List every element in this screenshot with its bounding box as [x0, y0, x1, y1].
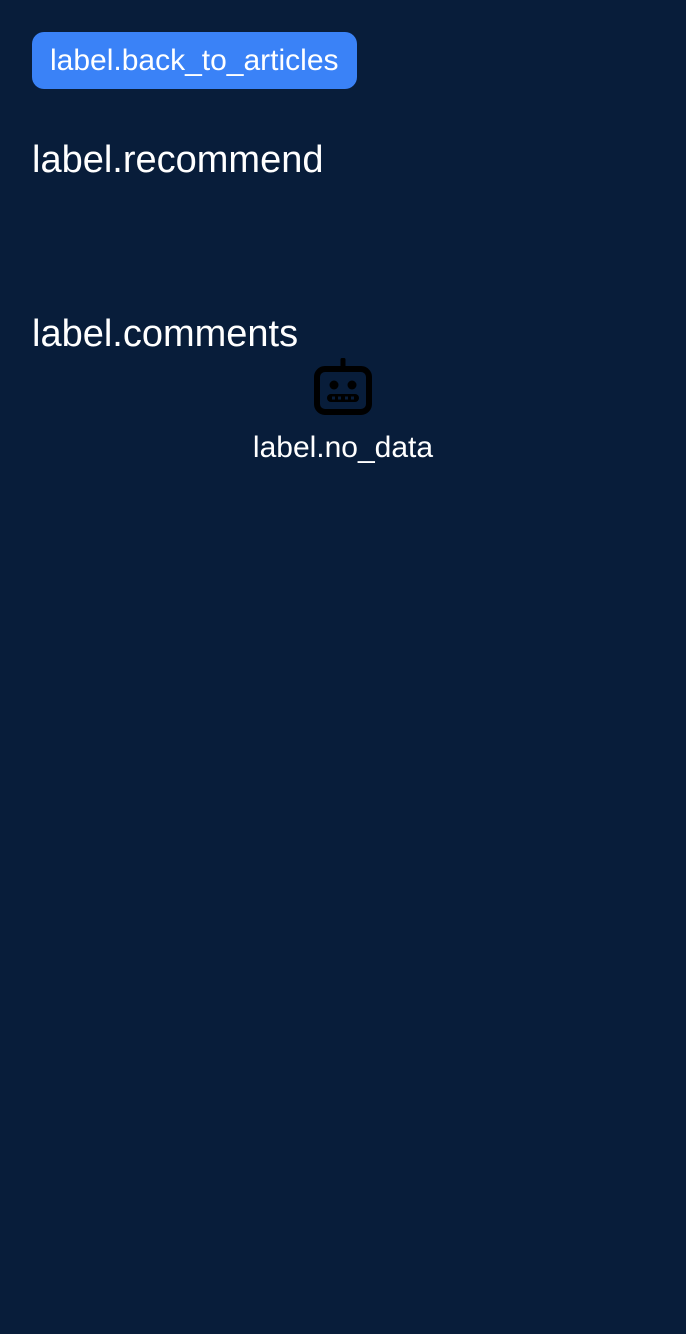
comments-section-title: label.comments: [32, 313, 299, 355]
recommend-section-title: label.recommend: [32, 139, 324, 181]
no-data-label: label.no_data: [252, 431, 434, 464]
back-to-articles-button[interactable]: label.back_to_articles: [32, 32, 357, 89]
comments-empty-state: label.no_data: [0, 358, 686, 466]
robot-icon: [314, 358, 372, 415]
article-detail-page: label.back_to_articles label.recommend l…: [0, 0, 686, 1334]
